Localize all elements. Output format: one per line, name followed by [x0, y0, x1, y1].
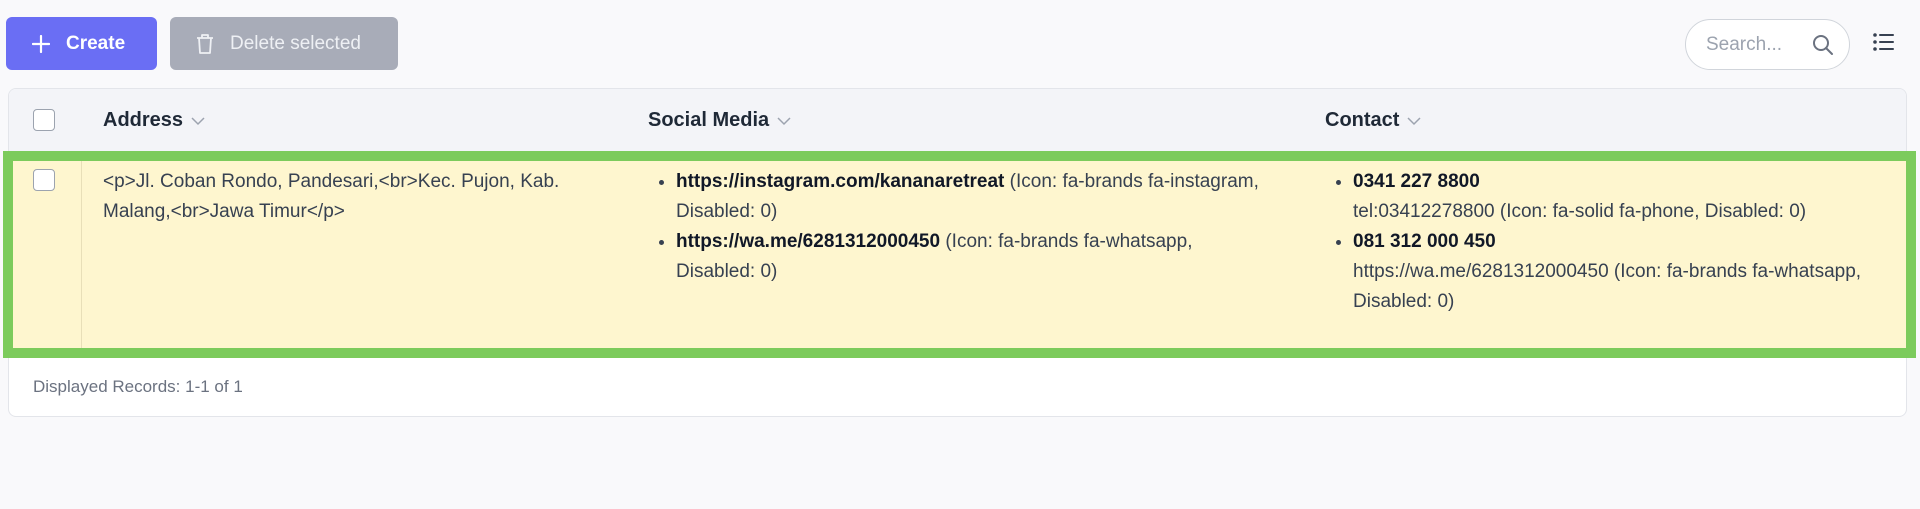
column-header-contact[interactable]: Contact	[1325, 109, 1421, 132]
column-header-social-media[interactable]: Social Media	[648, 109, 791, 132]
delete-selected-button[interactable]: Delete selected	[170, 17, 398, 70]
social-media-cell: https://instagram.com/kananaretreat (Ico…	[648, 167, 1268, 287]
table-header: Address Social Media Contact	[9, 89, 1906, 154]
delete-button-label: Delete selected	[230, 32, 361, 54]
table-row[interactable]: <p>Jl. Coban Rondo, Pandesari,<br>Kec. P…	[9, 153, 1906, 353]
column-header-label: Social Media	[648, 109, 770, 131]
address-cell: <p>Jl. Coban Rondo, Pandesari,<br>Kec. P…	[103, 171, 560, 222]
chevron-down-icon	[191, 116, 205, 125]
contact-details: https://wa.me/6281312000450 (Icon: fa-br…	[1353, 261, 1862, 312]
column-header-label: Contact	[1325, 109, 1400, 131]
list-item: 081 312 000 450 https://wa.me/62813120004…	[1353, 227, 1890, 317]
column-header-label: Address	[103, 109, 184, 131]
list-item: 0341 227 8800 tel:03412278800 (Icon: fa-s…	[1353, 167, 1890, 227]
list-item: https://wa.me/6281312000450 (Icon: fa-br…	[676, 227, 1268, 287]
social-media-list: https://instagram.com/kananaretreat (Ico…	[648, 167, 1268, 287]
trash-icon	[197, 33, 213, 54]
chevron-down-icon	[777, 116, 791, 125]
column-toggle-list-icon[interactable]	[1872, 31, 1894, 53]
select-all-checkbox[interactable]	[33, 109, 55, 131]
search-box	[1685, 19, 1850, 70]
social-link-url[interactable]: https://wa.me/6281312000450	[676, 231, 940, 252]
create-button-label: Create	[66, 32, 126, 54]
contact-label: 081 312 000 450	[1353, 231, 1496, 252]
social-link-url[interactable]: https://instagram.com/kananaretreat	[676, 171, 1004, 192]
records-table: Address Social Media Contact <p>Jl. Coba…	[8, 88, 1907, 417]
plus-icon	[32, 34, 50, 53]
records-count: Displayed Records: 1-1 of 1	[33, 377, 243, 396]
row-checkbox-cell	[9, 153, 82, 353]
contact-label: 0341 227 8800	[1353, 171, 1480, 192]
row-checkbox[interactable]	[33, 169, 55, 191]
create-button[interactable]: Create	[6, 17, 157, 70]
search-input[interactable]	[1704, 32, 1818, 57]
contact-list: 0341 227 8800 tel:03412278800 (Icon: fa-s…	[1325, 167, 1890, 317]
search-icon[interactable]	[1811, 33, 1835, 57]
contact-cell: 0341 227 8800 tel:03412278800 (Icon: fa-s…	[1325, 167, 1890, 317]
list-item: https://instagram.com/kananaretreat (Ico…	[676, 167, 1268, 227]
chevron-down-icon	[1407, 116, 1421, 125]
toolbar: Create Delete selected	[0, 0, 1920, 88]
contact-details: tel:03412278800 (Icon: fa-solid fa-phone…	[1353, 201, 1807, 222]
column-header-address[interactable]: Address	[103, 109, 205, 132]
